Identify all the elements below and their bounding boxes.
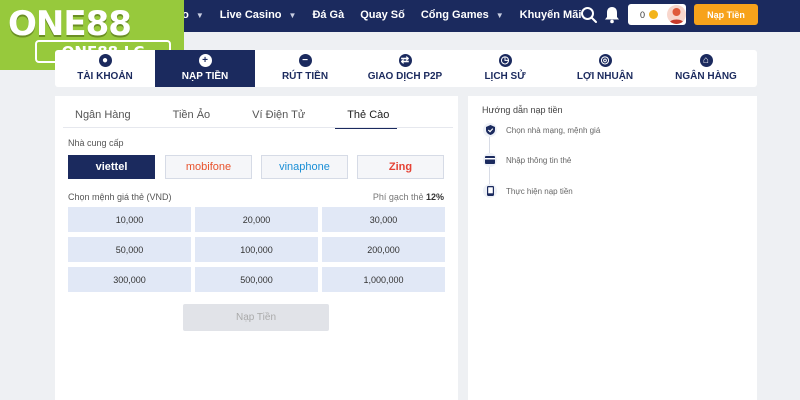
chevron-down-icon: ▼ bbox=[195, 10, 204, 20]
subtab-ewallet[interactable]: Ví Điện Tử bbox=[240, 106, 313, 129]
topup-button[interactable]: Nạp Tiền bbox=[694, 4, 758, 25]
coin-icon bbox=[649, 10, 659, 19]
tab-label: LỢI NHUẬN bbox=[576, 71, 634, 82]
denomination-option[interactable]: 30,000 bbox=[322, 207, 445, 232]
tab-label: TÀI KHOẢN bbox=[77, 71, 133, 82]
tab-label: NẠP TIỀN bbox=[181, 71, 229, 82]
denomination-option[interactable]: 500,000 bbox=[195, 267, 318, 292]
chevron-down-icon: ▼ bbox=[288, 10, 297, 20]
denomination-option[interactable]: 10,000 bbox=[68, 207, 191, 232]
nav-item-da-ga[interactable]: Đá Gà bbox=[312, 9, 344, 21]
tab-bank[interactable]: ⌂ NGÂN HÀNG bbox=[655, 50, 757, 87]
exchange-icon: ⇄ bbox=[398, 54, 412, 67]
search-icon[interactable] bbox=[580, 6, 598, 24]
nav-item-label: Live Casino bbox=[219, 9, 282, 21]
tab-label: NGÂN HÀNG bbox=[675, 71, 737, 82]
provider-name: mobifone bbox=[185, 161, 232, 173]
minus-icon: − bbox=[298, 54, 312, 67]
guide-step: Nhập thông tin thẻ bbox=[483, 153, 571, 167]
tab-label: GIAO DỊCH P2P bbox=[367, 71, 443, 82]
deposit-method-tabs: Ngân Hàng Tiền Ảo Ví Điện Tử Thẻ Cào bbox=[63, 106, 419, 129]
subtab-scratch-card[interactable]: Thẻ Cào bbox=[335, 106, 398, 129]
denomination-option[interactable]: 20,000 bbox=[195, 207, 318, 232]
logo-text: ONE88 bbox=[8, 4, 132, 44]
shield-check-icon bbox=[483, 123, 497, 137]
denomination-label: Chọn mệnh giá thẻ (VND) bbox=[68, 192, 172, 202]
guide-step-label: Nhập thông tin thẻ bbox=[506, 155, 572, 165]
provider-name: Zing bbox=[388, 161, 413, 173]
bank-icon: ⌂ bbox=[699, 54, 713, 67]
denomination-option[interactable]: 100,000 bbox=[195, 237, 318, 262]
user-icon: ● bbox=[98, 54, 112, 67]
subtab-crypto[interactable]: Tiền Ảo bbox=[161, 106, 219, 129]
plus-icon: + bbox=[198, 54, 212, 67]
tab-withdraw[interactable]: − RÚT TIỀN bbox=[255, 50, 355, 87]
denomination-option[interactable]: 200,000 bbox=[322, 237, 445, 262]
provider-viettel[interactable]: viettel bbox=[68, 155, 155, 179]
nav-item-cong-games[interactable]: Cổng Games ▼ bbox=[421, 9, 504, 21]
card-icon bbox=[483, 153, 497, 167]
account-tab-bar: ● TÀI KHOẢN + NẠP TIỀN − RÚT TIỀN ⇄ GIAO… bbox=[55, 50, 757, 87]
clock-icon: ◷ bbox=[498, 54, 512, 67]
denomination-grid: 10,000 20,000 30,000 50,000 100,000 200,… bbox=[68, 207, 445, 292]
guide-step: Thực hiện nạp tiền bbox=[483, 184, 573, 198]
denomination-option[interactable]: 300,000 bbox=[68, 267, 191, 292]
tab-deposit[interactable]: + NẠP TIỀN bbox=[155, 50, 255, 87]
tab-p2p[interactable]: ⇄ GIAO DỊCH P2P bbox=[355, 50, 455, 87]
tab-history[interactable]: ◷ LỊCH SỬ bbox=[455, 50, 555, 87]
provider-zing[interactable]: Zing bbox=[357, 155, 444, 179]
provider-vinaphone[interactable]: vinaphone bbox=[261, 155, 348, 179]
nav-item-label: Quay Số bbox=[360, 9, 405, 21]
fee-info: Phí gạch thẻ 12% bbox=[373, 192, 444, 202]
tab-label: LỊCH SỬ bbox=[484, 71, 526, 82]
nav-item-live-casino[interactable]: Live Casino ▼ bbox=[220, 9, 297, 21]
globe-icon: ◎ bbox=[598, 54, 612, 67]
guide-title: Hướng dẫn nạp tiền bbox=[482, 105, 563, 115]
nav-item-khuyen-mai[interactable]: Khuyến Mãi bbox=[520, 9, 582, 21]
provider-name: vinaphone bbox=[279, 161, 330, 173]
chevron-down-icon: ▼ bbox=[495, 10, 504, 20]
denomination-option[interactable]: 50,000 bbox=[68, 237, 191, 262]
guide-step-label: Thực hiện nạp tiền bbox=[506, 186, 573, 196]
balance-value: 0 bbox=[640, 9, 646, 20]
subtab-bank[interactable]: Ngân Hàng bbox=[63, 106, 139, 129]
tab-profit[interactable]: ◎ LỢI NHUẬN bbox=[555, 50, 655, 87]
nav-item-label: Cổng Games bbox=[420, 9, 489, 21]
guide-step: Chọn nhà mạng, mệnh giá bbox=[483, 123, 600, 137]
deposit-guide-panel: Hướng dẫn nạp tiền Chọn nhà mạng, mệnh g… bbox=[468, 96, 757, 400]
denomination-option[interactable]: 1,000,000 bbox=[322, 267, 445, 292]
nav-item-label: Đá Gà bbox=[312, 9, 345, 21]
guide-step-label: Chọn nhà mạng, mệnh giá bbox=[506, 125, 601, 135]
submit-deposit-button[interactable]: Nạp Tiền bbox=[183, 304, 329, 331]
avatar-icon bbox=[669, 8, 684, 24]
phone-icon bbox=[483, 184, 497, 198]
nav-item-quay-so[interactable]: Quay Số bbox=[360, 9, 405, 21]
divider bbox=[63, 127, 453, 128]
fee-value: 12% bbox=[425, 192, 444, 202]
nav-item-label: Khuyến Mãi bbox=[519, 9, 582, 21]
provider-mobifone[interactable]: mobifone bbox=[165, 155, 252, 179]
deposit-panel: Ngân Hàng Tiền Ảo Ví Điện Tử Thẻ Cào Nhà… bbox=[55, 96, 458, 400]
tab-label: RÚT TIỀN bbox=[281, 71, 329, 82]
provider-name: viettel bbox=[95, 161, 128, 173]
avatar[interactable] bbox=[667, 5, 686, 24]
main-nav: ao▼ Live Casino▼ Đá Gà Quay Số Cổng Game… bbox=[176, 0, 597, 30]
fee-label: Phí gạch thẻ bbox=[372, 192, 424, 202]
provider-label: Nhà cung cấp bbox=[68, 138, 124, 148]
bell-icon[interactable] bbox=[604, 6, 620, 24]
tab-account[interactable]: ● TÀI KHOẢN bbox=[55, 50, 155, 87]
